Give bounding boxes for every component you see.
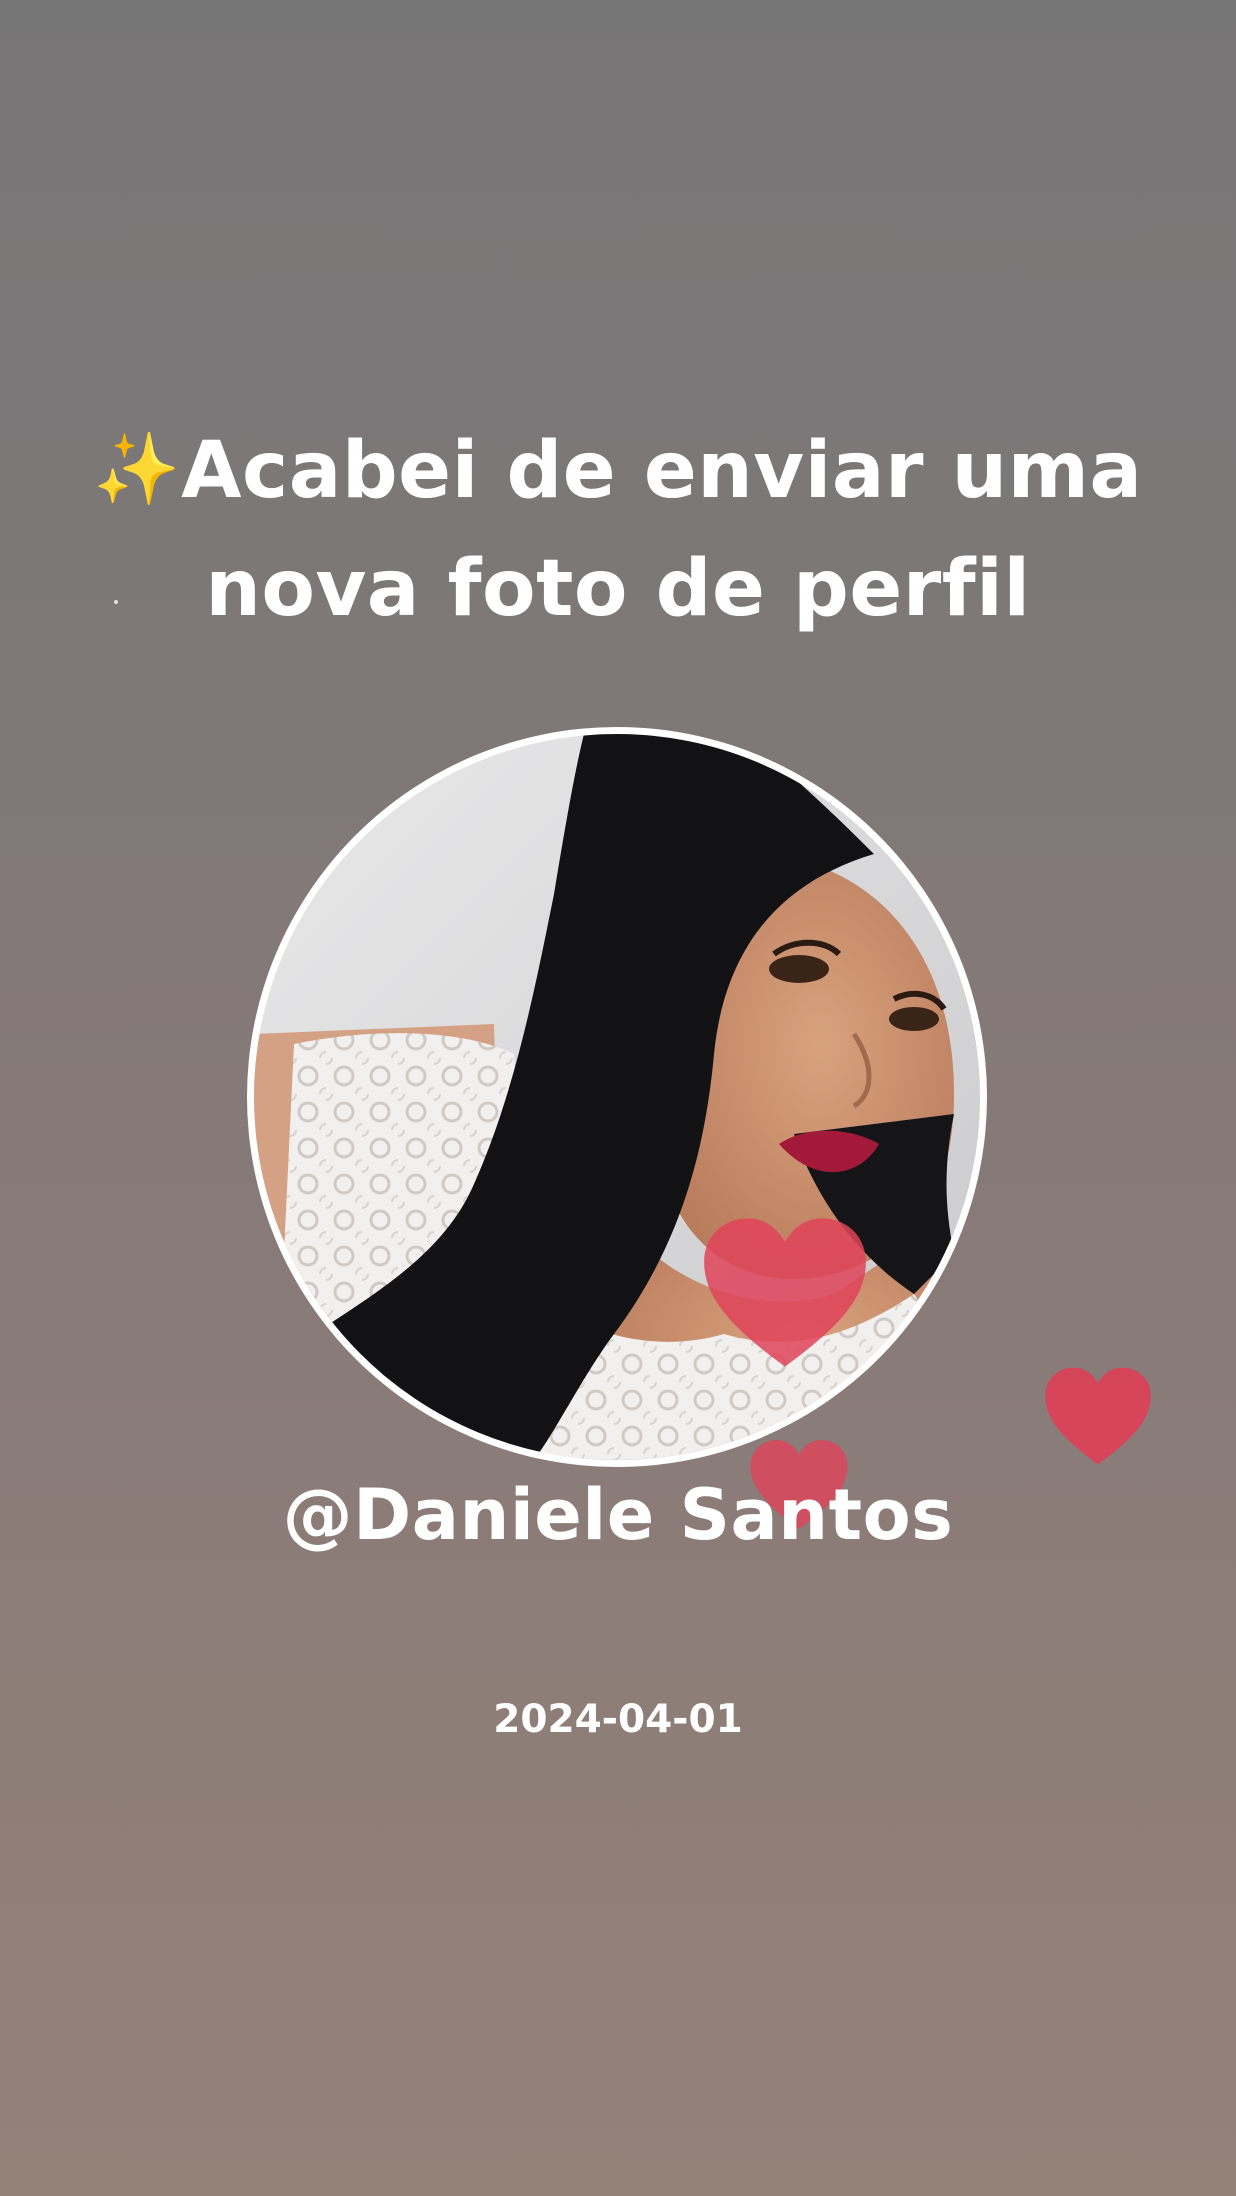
sparkles-icon: ✨ xyxy=(93,428,182,510)
heart-icon xyxy=(704,1218,866,1367)
post-title: ✨Acabei de enviar uma nova foto de perfi… xyxy=(0,410,1236,648)
post-date: 2024-04-01 xyxy=(493,1697,743,1742)
post-title-text: Acabei de enviar uma nova foto de perfil xyxy=(181,426,1143,634)
sparkle-speck xyxy=(114,600,118,604)
username: @Daniele Santos xyxy=(282,1474,954,1556)
profile-photo xyxy=(254,734,980,1460)
heart-icon xyxy=(1045,1367,1151,1465)
